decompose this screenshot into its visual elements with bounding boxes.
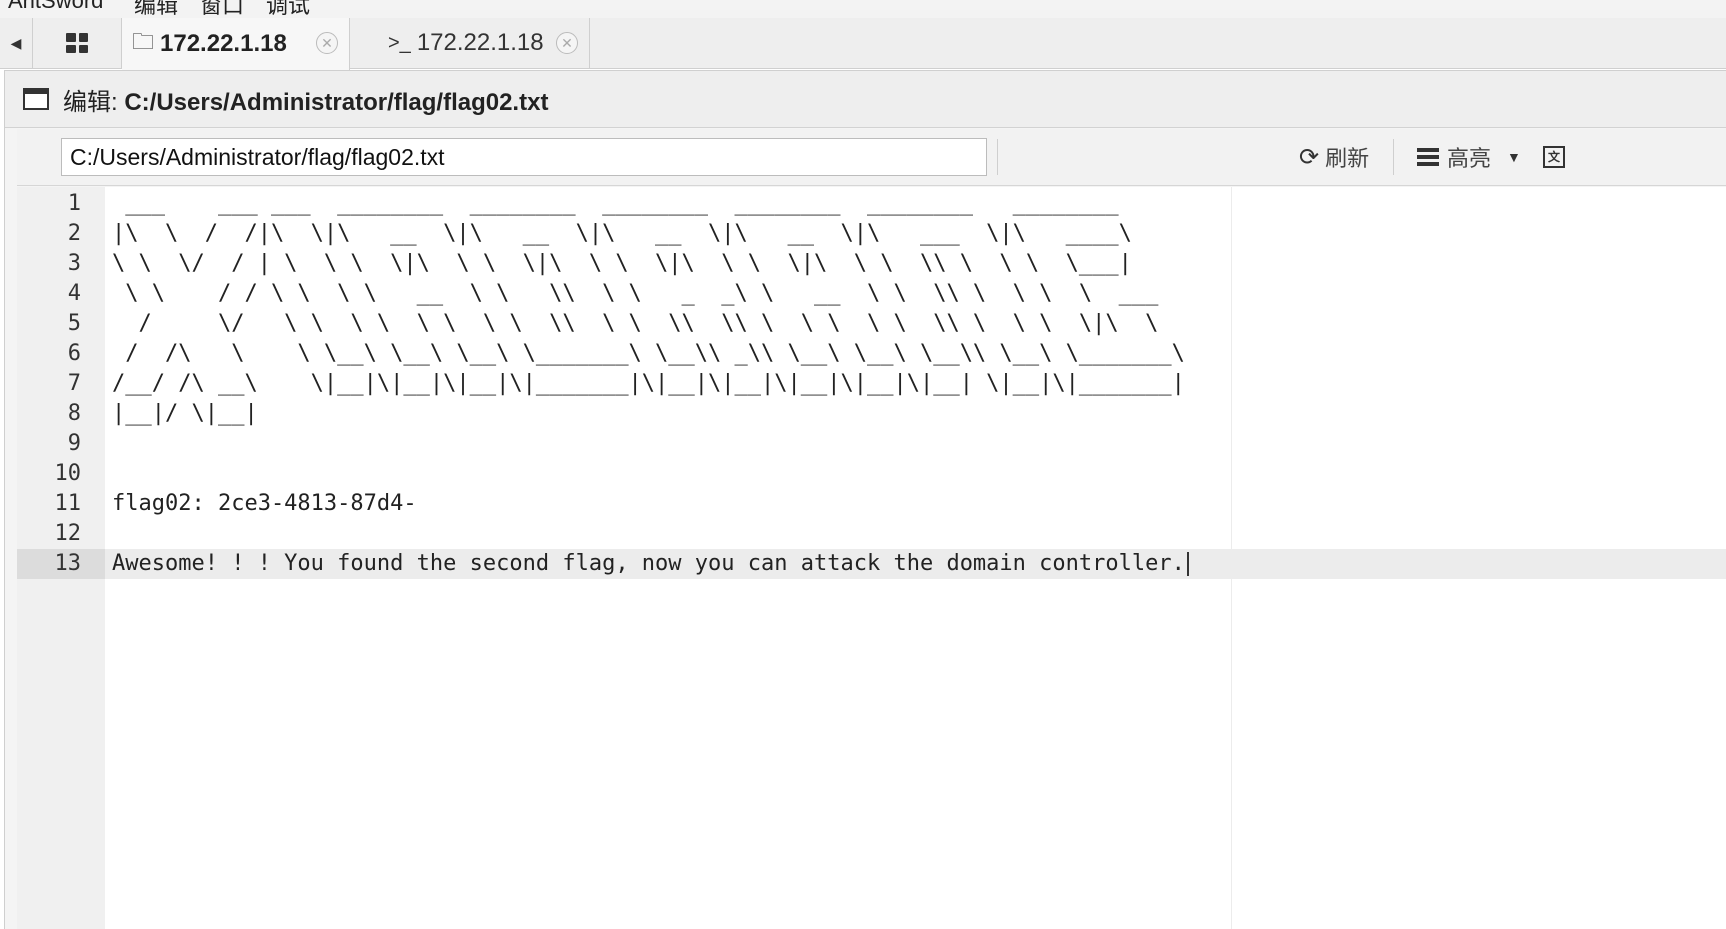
chevron-down-icon: ▼ bbox=[1507, 149, 1521, 165]
line-text: ___ ___ ___ ________ ________ ________ _… bbox=[112, 191, 1119, 216]
editor-line[interactable]: 13 Awesome! ! ! You found the second flag… bbox=[17, 549, 1726, 579]
window-title: 编辑: C:/Users/Administrator/flag/flag02.t… bbox=[63, 88, 549, 116]
editor-line[interactable]: 10 bbox=[17, 459, 1726, 489]
editor-toolbar: ⟳ 刷新 高亮 ▼ 文 bbox=[17, 129, 1726, 186]
editor-window: 编辑: C:/Users/Administrator/flag/flag02.t… bbox=[4, 70, 1726, 929]
caret-left-icon: ◀ bbox=[10, 34, 22, 51]
terminal-icon: >_ bbox=[388, 31, 411, 54]
editor-line[interactable]: 11 flag02: 2ce3-4813-87d4- bbox=[17, 489, 1726, 519]
line-text: \ \ \/ / | \ \ \ \|\ \ \ \|\ \ \ \|\ \ \… bbox=[112, 251, 1132, 276]
line-text: / /\ \ \ \__\ \__\ \__\ \_______\ \__\\ … bbox=[112, 341, 1185, 366]
highlight-label: 高亮 bbox=[1447, 146, 1492, 171]
encoding-button[interactable]: 文 bbox=[1543, 129, 1565, 185]
code-editor[interactable]: 1 ___ ___ ___ ________ ________ ________… bbox=[17, 187, 1726, 929]
editor-line[interactable]: 4 \ \ / / \ \ \ \ __ \ \ \\ \ \ _ _\ \ _… bbox=[17, 279, 1726, 309]
line-text: |\ \ / /|\ \|\ __ \|\ __ \|\ __ \|\ __ \… bbox=[112, 221, 1132, 246]
line-text: \ \ / / \ \ \ \ __ \ \ \\ \ \ _ _\ \ __ … bbox=[112, 281, 1159, 306]
editor-line[interactable]: 6 / /\ \ \ \__\ \__\ \__\ \_______\ \__\… bbox=[17, 339, 1726, 369]
refresh-label: 刷新 bbox=[1325, 146, 1370, 171]
tab-terminal[interactable]: >_ 172.22.1.18 ✕ bbox=[350, 18, 590, 68]
close-icon[interactable]: ✕ bbox=[316, 32, 338, 54]
line-text: Awesome! ! ! You found the second flag, … bbox=[112, 551, 1185, 576]
line-number: 11 bbox=[54, 491, 82, 516]
tab-label: 172.22.1.18 bbox=[416, 29, 544, 56]
toolbar-divider bbox=[997, 139, 998, 175]
line-number: 7 bbox=[67, 371, 81, 396]
toolbar-divider bbox=[1393, 139, 1394, 175]
menu-item-debug[interactable]: 调试 bbox=[266, 0, 310, 18]
line-number: 3 bbox=[67, 251, 81, 276]
editor-line[interactable]: 2 |\ \ / /|\ \|\ __ \|\ __ \|\ __ \|\ __ … bbox=[17, 219, 1726, 249]
window-icon bbox=[23, 88, 49, 110]
highlight-dropdown[interactable]: 高亮 ▼ bbox=[1417, 129, 1521, 185]
folder-icon: 🗀 bbox=[132, 29, 155, 54]
line-text: /__/ /\ __\ \|__|\|__|\|__|\|_______|\|_… bbox=[112, 371, 1185, 396]
tab-strip: ◀ 🗀 172.22.1.18 ✕ >_ 172.22.1.18 ✕ bbox=[0, 18, 1726, 70]
tab-scroll-left-button[interactable]: ◀ bbox=[0, 18, 33, 68]
text-cursor bbox=[1187, 552, 1189, 576]
refresh-icon: ⟳ bbox=[1299, 143, 1320, 171]
line-text: |__|/ \|__| bbox=[112, 401, 258, 426]
line-number: 1 bbox=[67, 191, 81, 216]
editor-line[interactable]: 5 / \/ \ \ \ \ \ \ \ \ \\ \ \ \\ \\ \ \ … bbox=[17, 309, 1726, 339]
line-number: 6 bbox=[67, 341, 81, 366]
menu-item-window[interactable]: 窗口 bbox=[200, 0, 244, 18]
tab-home-grid[interactable] bbox=[33, 18, 122, 68]
line-text: flag02: 2ce3-4813-87d4- bbox=[112, 491, 417, 516]
window-title-bar: 编辑: C:/Users/Administrator/flag/flag02.t… bbox=[5, 71, 1726, 128]
menu-item-edit[interactable]: 编辑 bbox=[134, 0, 178, 18]
line-text: / \/ \ \ \ \ \ \ \ \ \\ \ \ \\ \\ \ \ \ … bbox=[112, 311, 1159, 336]
editor-line[interactable]: 3 \ \ \/ / | \ \ \ \|\ \ \ \|\ \ \ \|\ \ … bbox=[17, 249, 1726, 279]
editor-line[interactable]: 7 /__/ /\ __\ \|__|\|__|\|__|\|_______|\|… bbox=[17, 369, 1726, 399]
close-icon[interactable]: ✕ bbox=[556, 32, 578, 54]
line-number: 5 bbox=[67, 311, 81, 336]
grid-icon bbox=[66, 33, 88, 53]
line-number: 8 bbox=[67, 401, 81, 426]
list-icon bbox=[1417, 148, 1439, 166]
tab-file-manager[interactable]: 🗀 172.22.1.18 ✕ bbox=[122, 18, 350, 70]
tab-label: 172.22.1.18 bbox=[160, 30, 287, 57]
line-number: 13 bbox=[17, 549, 105, 579]
file-path-input[interactable] bbox=[61, 138, 987, 176]
editor-line[interactable]: 9 bbox=[17, 429, 1726, 459]
menu-bar: AntSword 编辑 窗口 调试 bbox=[0, 0, 1726, 19]
line-number: 10 bbox=[54, 461, 82, 486]
editor-line[interactable]: 1 ___ ___ ___ ________ ________ ________… bbox=[17, 189, 1726, 219]
refresh-button[interactable]: ⟳ 刷新 bbox=[1299, 129, 1369, 185]
line-number: 12 bbox=[54, 521, 82, 546]
line-number: 2 bbox=[67, 221, 81, 246]
line-number: 4 bbox=[67, 281, 81, 306]
menu-item-antsword[interactable]: AntSword bbox=[8, 0, 103, 14]
editor-line[interactable]: 12 bbox=[17, 519, 1726, 549]
line-number: 9 bbox=[67, 431, 81, 456]
editor-line[interactable]: 8 |__|/ \|__| bbox=[17, 399, 1726, 429]
translate-icon: 文 bbox=[1543, 146, 1565, 168]
